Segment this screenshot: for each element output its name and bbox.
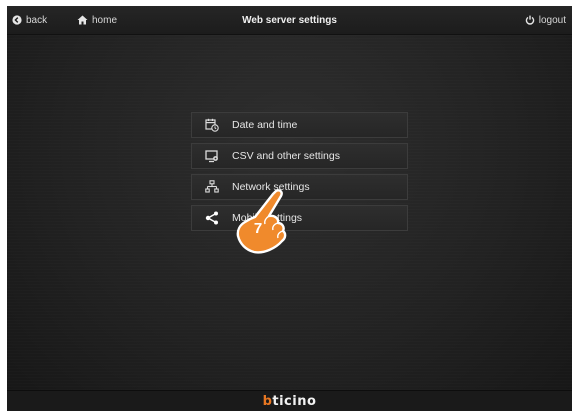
monitor-settings-icon — [192, 149, 232, 163]
top-bar: back home Web server settings logout — [7, 6, 572, 35]
logout-button[interactable]: logout — [525, 6, 566, 34]
calendar-clock-icon — [192, 118, 232, 132]
pointing-hand-icon: 7 — [236, 189, 287, 254]
menu-item-label: Date and time — [232, 119, 298, 131]
menu-item-csv-settings[interactable]: CSV and other settings — [191, 143, 408, 169]
page-title: Web server settings — [242, 14, 337, 26]
footer: bticino — [7, 390, 572, 411]
bticino-logo: bticino — [262, 393, 317, 409]
menu-item-date-time[interactable]: Date and time — [191, 112, 408, 138]
power-icon — [525, 15, 535, 25]
logout-label: logout — [538, 14, 566, 26]
menu-item-label: CSV and other settings — [232, 150, 340, 162]
step-number: 7 — [254, 220, 262, 237]
